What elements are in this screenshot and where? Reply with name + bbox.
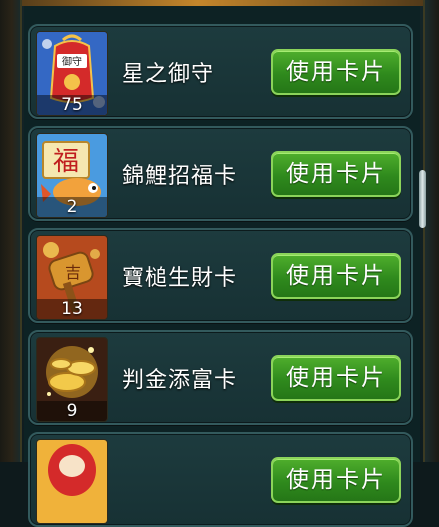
card-quantity: 2 [37,197,107,217]
gold-coins-icon: 9 [36,337,108,422]
thumb-label: 福 [53,147,79,177]
daruma-icon [36,439,108,524]
use-card-button[interactable]: 使用卡片 [271,355,401,401]
thumb-label: 吉 [65,263,81,282]
treasure-mallet-icon: 吉 13 [36,235,108,320]
card-quantity: 13 [37,299,107,319]
card-name: 判金添富卡 [122,368,238,393]
use-card-button[interactable]: 使用卡片 [271,49,401,95]
thumb-label: 御守 [62,55,82,68]
card-item: 福 2 錦鯉招福卡 使用卡片 [28,126,413,221]
card-item: 吉 13 寶槌生財卡 使用卡片 [28,228,413,323]
right-frame [423,0,439,462]
koi-fortune-icon: 福 2 [36,133,108,218]
use-card-button[interactable]: 使用卡片 [271,151,401,197]
card-item: 9 判金添富卡 使用卡片 [28,330,413,425]
game-window: 御守 75 星之御守 使用卡片 福 2 錦鯉招福卡 使用卡片 吉 13 寶槌生財… [0,0,439,527]
card-quantity: 9 [37,401,107,421]
use-card-button[interactable]: 使用卡片 [271,253,401,299]
card-name: 星之御守 [122,62,215,87]
card-item: 御守 75 星之御守 使用卡片 [28,24,413,119]
left-frame [0,0,22,462]
scrollbar-thumb[interactable] [419,170,426,228]
omamori-charm-icon: 御守 75 [36,31,108,116]
card-name: 錦鯉招福卡 [122,164,238,189]
card-name: 寶槌生財卡 [122,266,238,291]
card-quantity: 75 [37,95,107,115]
card-item: 使用卡片 [28,432,413,527]
use-card-button[interactable]: 使用卡片 [271,457,401,503]
